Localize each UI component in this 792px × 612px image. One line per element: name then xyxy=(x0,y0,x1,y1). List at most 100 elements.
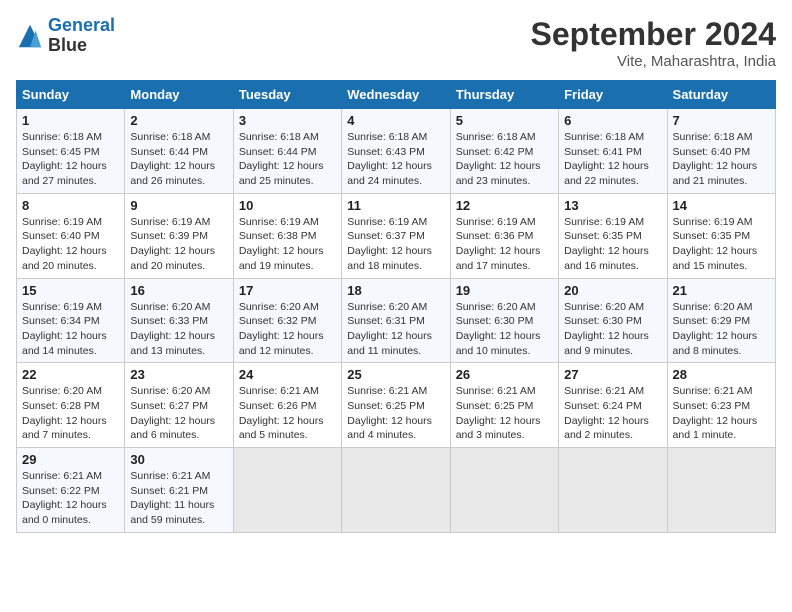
day-info: Sunrise: 6:21 AM Sunset: 6:22 PM Dayligh… xyxy=(22,469,119,528)
day-number: 30 xyxy=(130,452,227,467)
day-info: Sunrise: 6:21 AM Sunset: 6:25 PM Dayligh… xyxy=(456,384,553,443)
calendar-cell: 12 Sunrise: 6:19 AM Sunset: 6:36 PM Dayl… xyxy=(450,193,558,278)
calendar-cell: 5 Sunrise: 6:18 AM Sunset: 6:42 PM Dayli… xyxy=(450,109,558,194)
weekday-header-tuesday: Tuesday xyxy=(233,81,341,109)
day-info: Sunrise: 6:20 AM Sunset: 6:30 PM Dayligh… xyxy=(564,300,661,359)
day-number: 9 xyxy=(130,198,227,213)
day-number: 14 xyxy=(673,198,770,213)
logo-icon xyxy=(16,22,44,50)
day-info: Sunrise: 6:19 AM Sunset: 6:36 PM Dayligh… xyxy=(456,215,553,274)
day-number: 19 xyxy=(456,283,553,298)
weekday-header-friday: Friday xyxy=(559,81,667,109)
weekday-header-saturday: Saturday xyxy=(667,81,775,109)
weekday-header-thursday: Thursday xyxy=(450,81,558,109)
day-info: Sunrise: 6:20 AM Sunset: 6:27 PM Dayligh… xyxy=(130,384,227,443)
day-info: Sunrise: 6:18 AM Sunset: 6:44 PM Dayligh… xyxy=(130,130,227,189)
day-number: 23 xyxy=(130,367,227,382)
day-number: 5 xyxy=(456,113,553,128)
calendar-cell xyxy=(233,448,341,533)
day-number: 1 xyxy=(22,113,119,128)
calendar-cell xyxy=(342,448,450,533)
calendar-cell: 10 Sunrise: 6:19 AM Sunset: 6:38 PM Dayl… xyxy=(233,193,341,278)
day-number: 16 xyxy=(130,283,227,298)
calendar-cell: 20 Sunrise: 6:20 AM Sunset: 6:30 PM Dayl… xyxy=(559,278,667,363)
location-subtitle: Vite, Maharashtra, India xyxy=(531,53,776,70)
calendar-cell: 24 Sunrise: 6:21 AM Sunset: 6:26 PM Dayl… xyxy=(233,363,341,448)
day-info: Sunrise: 6:18 AM Sunset: 6:42 PM Dayligh… xyxy=(456,130,553,189)
day-info: Sunrise: 6:21 AM Sunset: 6:25 PM Dayligh… xyxy=(347,384,444,443)
day-number: 20 xyxy=(564,283,661,298)
calendar-cell: 29 Sunrise: 6:21 AM Sunset: 6:22 PM Dayl… xyxy=(17,448,125,533)
day-info: Sunrise: 6:19 AM Sunset: 6:34 PM Dayligh… xyxy=(22,300,119,359)
day-info: Sunrise: 6:20 AM Sunset: 6:32 PM Dayligh… xyxy=(239,300,336,359)
day-info: Sunrise: 6:19 AM Sunset: 6:35 PM Dayligh… xyxy=(673,215,770,274)
calendar-cell: 3 Sunrise: 6:18 AM Sunset: 6:44 PM Dayli… xyxy=(233,109,341,194)
calendar-cell xyxy=(667,448,775,533)
calendar-cell: 30 Sunrise: 6:21 AM Sunset: 6:21 PM Dayl… xyxy=(125,448,233,533)
day-number: 22 xyxy=(22,367,119,382)
day-info: Sunrise: 6:21 AM Sunset: 6:24 PM Dayligh… xyxy=(564,384,661,443)
day-number: 12 xyxy=(456,198,553,213)
day-number: 10 xyxy=(239,198,336,213)
calendar-cell: 14 Sunrise: 6:19 AM Sunset: 6:35 PM Dayl… xyxy=(667,193,775,278)
calendar-cell: 15 Sunrise: 6:19 AM Sunset: 6:34 PM Dayl… xyxy=(17,278,125,363)
title-block: September 2024 Vite, Maharashtra, India xyxy=(531,16,776,70)
day-info: Sunrise: 6:20 AM Sunset: 6:29 PM Dayligh… xyxy=(673,300,770,359)
weekday-header-wednesday: Wednesday xyxy=(342,81,450,109)
month-title: September 2024 xyxy=(531,16,776,53)
calendar-cell: 27 Sunrise: 6:21 AM Sunset: 6:24 PM Dayl… xyxy=(559,363,667,448)
day-info: Sunrise: 6:21 AM Sunset: 6:26 PM Dayligh… xyxy=(239,384,336,443)
day-info: Sunrise: 6:18 AM Sunset: 6:44 PM Dayligh… xyxy=(239,130,336,189)
calendar-cell xyxy=(450,448,558,533)
day-number: 15 xyxy=(22,283,119,298)
calendar-cell: 7 Sunrise: 6:18 AM Sunset: 6:40 PM Dayli… xyxy=(667,109,775,194)
day-info: Sunrise: 6:20 AM Sunset: 6:30 PM Dayligh… xyxy=(456,300,553,359)
calendar-cell: 18 Sunrise: 6:20 AM Sunset: 6:31 PM Dayl… xyxy=(342,278,450,363)
day-number: 8 xyxy=(22,198,119,213)
calendar-cell: 28 Sunrise: 6:21 AM Sunset: 6:23 PM Dayl… xyxy=(667,363,775,448)
day-info: Sunrise: 6:21 AM Sunset: 6:21 PM Dayligh… xyxy=(130,469,227,528)
day-info: Sunrise: 6:19 AM Sunset: 6:39 PM Dayligh… xyxy=(130,215,227,274)
day-info: Sunrise: 6:19 AM Sunset: 6:37 PM Dayligh… xyxy=(347,215,444,274)
calendar-cell xyxy=(559,448,667,533)
day-number: 4 xyxy=(347,113,444,128)
calendar-cell: 4 Sunrise: 6:18 AM Sunset: 6:43 PM Dayli… xyxy=(342,109,450,194)
day-info: Sunrise: 6:20 AM Sunset: 6:31 PM Dayligh… xyxy=(347,300,444,359)
day-number: 21 xyxy=(673,283,770,298)
weekday-header-monday: Monday xyxy=(125,81,233,109)
day-info: Sunrise: 6:18 AM Sunset: 6:43 PM Dayligh… xyxy=(347,130,444,189)
day-number: 3 xyxy=(239,113,336,128)
calendar-cell: 21 Sunrise: 6:20 AM Sunset: 6:29 PM Dayl… xyxy=(667,278,775,363)
day-number: 28 xyxy=(673,367,770,382)
day-info: Sunrise: 6:18 AM Sunset: 6:45 PM Dayligh… xyxy=(22,130,119,189)
day-info: Sunrise: 6:20 AM Sunset: 6:33 PM Dayligh… xyxy=(130,300,227,359)
day-info: Sunrise: 6:19 AM Sunset: 6:40 PM Dayligh… xyxy=(22,215,119,274)
calendar-cell: 9 Sunrise: 6:19 AM Sunset: 6:39 PM Dayli… xyxy=(125,193,233,278)
day-number: 17 xyxy=(239,283,336,298)
day-number: 2 xyxy=(130,113,227,128)
calendar-cell: 6 Sunrise: 6:18 AM Sunset: 6:41 PM Dayli… xyxy=(559,109,667,194)
calendar-cell: 1 Sunrise: 6:18 AM Sunset: 6:45 PM Dayli… xyxy=(17,109,125,194)
calendar-cell: 2 Sunrise: 6:18 AM Sunset: 6:44 PM Dayli… xyxy=(125,109,233,194)
day-number: 29 xyxy=(22,452,119,467)
calendar-cell: 16 Sunrise: 6:20 AM Sunset: 6:33 PM Dayl… xyxy=(125,278,233,363)
day-info: Sunrise: 6:19 AM Sunset: 6:35 PM Dayligh… xyxy=(564,215,661,274)
page-header: General Blue September 2024 Vite, Mahara… xyxy=(16,16,776,70)
calendar-cell: 22 Sunrise: 6:20 AM Sunset: 6:28 PM Dayl… xyxy=(17,363,125,448)
day-number: 24 xyxy=(239,367,336,382)
calendar-cell: 17 Sunrise: 6:20 AM Sunset: 6:32 PM Dayl… xyxy=(233,278,341,363)
day-info: Sunrise: 6:18 AM Sunset: 6:41 PM Dayligh… xyxy=(564,130,661,189)
day-number: 25 xyxy=(347,367,444,382)
calendar-cell: 23 Sunrise: 6:20 AM Sunset: 6:27 PM Dayl… xyxy=(125,363,233,448)
day-number: 26 xyxy=(456,367,553,382)
day-info: Sunrise: 6:21 AM Sunset: 6:23 PM Dayligh… xyxy=(673,384,770,443)
day-info: Sunrise: 6:20 AM Sunset: 6:28 PM Dayligh… xyxy=(22,384,119,443)
day-info: Sunrise: 6:18 AM Sunset: 6:40 PM Dayligh… xyxy=(673,130,770,189)
weekday-header-sunday: Sunday xyxy=(17,81,125,109)
calendar-cell: 25 Sunrise: 6:21 AM Sunset: 6:25 PM Dayl… xyxy=(342,363,450,448)
calendar-cell: 19 Sunrise: 6:20 AM Sunset: 6:30 PM Dayl… xyxy=(450,278,558,363)
calendar-cell: 26 Sunrise: 6:21 AM Sunset: 6:25 PM Dayl… xyxy=(450,363,558,448)
day-info: Sunrise: 6:19 AM Sunset: 6:38 PM Dayligh… xyxy=(239,215,336,274)
calendar-cell: 8 Sunrise: 6:19 AM Sunset: 6:40 PM Dayli… xyxy=(17,193,125,278)
calendar-table: SundayMondayTuesdayWednesdayThursdayFrid… xyxy=(16,80,776,533)
